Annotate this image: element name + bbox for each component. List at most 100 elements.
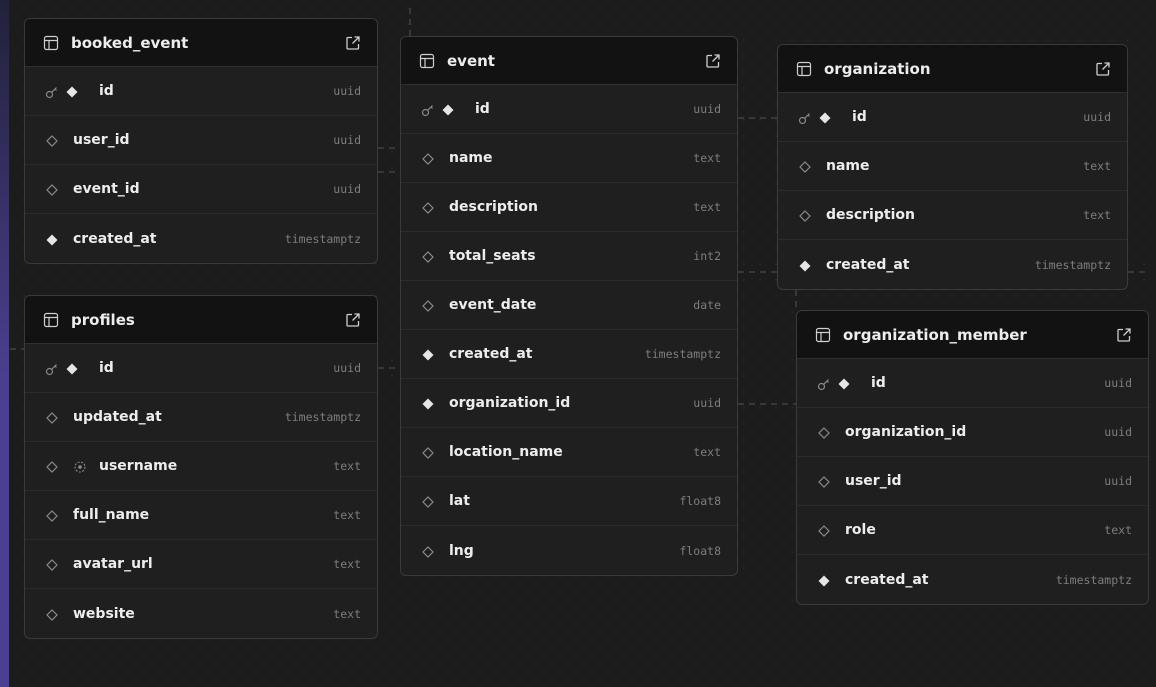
column-name: name xyxy=(449,150,493,166)
column-row[interactable]: location_name text xyxy=(401,428,737,477)
nullable-diamond-icon xyxy=(45,182,59,196)
table-icon xyxy=(419,53,435,69)
column-name: lat xyxy=(449,493,470,509)
nullable-diamond-icon xyxy=(421,200,435,214)
column-name: user_id xyxy=(845,473,902,489)
not-null-diamond-icon xyxy=(441,102,455,116)
column-row[interactable]: updated_at timestamptz xyxy=(25,393,377,442)
column-row[interactable]: description text xyxy=(401,183,737,232)
not-null-diamond-icon xyxy=(65,84,79,98)
column-name: description xyxy=(449,199,538,215)
column-name: organization_id xyxy=(449,395,571,411)
column-row[interactable]: id uuid xyxy=(25,67,377,116)
column-type: text xyxy=(693,151,721,165)
column-type: uuid xyxy=(1083,110,1111,124)
nullable-diamond-icon xyxy=(45,459,59,473)
column-row[interactable]: user_id uuid xyxy=(797,457,1148,506)
column-row[interactable]: created_at timestamptz xyxy=(25,214,377,263)
table-icon xyxy=(815,327,831,343)
table-booked-event[interactable]: booked_event id uuid user_id uuid event_id uui… xyxy=(24,18,378,264)
primary-key-icon xyxy=(798,110,812,125)
table-name: organization_member xyxy=(843,325,1027,344)
column-name: role xyxy=(845,522,876,538)
column-type: uuid xyxy=(333,361,361,375)
column-type: date xyxy=(693,298,721,312)
column-row[interactable]: id uuid xyxy=(797,359,1148,408)
column-row[interactable]: id uuid xyxy=(401,85,737,134)
column-row[interactable]: username text xyxy=(25,442,377,491)
column-type: timestamptz xyxy=(1034,257,1111,272)
column-name: id xyxy=(871,375,886,391)
table-event[interactable]: event id uuid name text description text total_… xyxy=(400,36,738,576)
column-name: avatar_url xyxy=(73,556,153,572)
column-type: uuid xyxy=(1104,376,1132,390)
column-row[interactable]: event_id uuid xyxy=(25,165,377,214)
column-row[interactable]: created_at timestamptz xyxy=(778,240,1127,289)
column-name: id xyxy=(99,360,114,376)
column-type: text xyxy=(1083,159,1111,173)
column-row[interactable]: name text xyxy=(778,142,1127,191)
column-row[interactable]: website text xyxy=(25,589,377,638)
column-name: updated_at xyxy=(73,409,162,425)
column-row[interactable]: created_at timestamptz xyxy=(401,330,737,379)
nullable-diamond-icon xyxy=(798,208,812,222)
column-type: text xyxy=(333,508,361,522)
column-name: name xyxy=(826,158,870,174)
column-row[interactable]: created_at timestamptz xyxy=(797,555,1148,604)
nullable-diamond-icon xyxy=(45,607,59,621)
not-null-diamond-icon xyxy=(818,110,832,124)
external-link-icon[interactable] xyxy=(1116,327,1132,343)
not-null-diamond-icon xyxy=(45,232,59,246)
not-null-diamond-icon xyxy=(817,573,831,587)
column-name: lng xyxy=(449,542,474,559)
column-row[interactable]: role text xyxy=(797,506,1148,555)
column-row[interactable]: name text xyxy=(401,134,737,183)
column-row[interactable]: organization_id uuid xyxy=(401,379,737,428)
column-type: uuid xyxy=(693,102,721,116)
table-icon xyxy=(796,61,812,77)
column-name: id xyxy=(852,109,867,125)
column-type: text xyxy=(333,606,361,621)
table-icon xyxy=(43,35,59,51)
primary-key-icon xyxy=(45,361,59,376)
column-row[interactable]: avatar_url text xyxy=(25,540,377,589)
primary-key-icon xyxy=(421,102,435,117)
column-name: user_id xyxy=(73,132,130,148)
column-row[interactable]: description text xyxy=(778,191,1127,240)
column-row[interactable]: lat float8 xyxy=(401,477,737,526)
column-name: id xyxy=(99,83,114,99)
column-row[interactable]: event_date date xyxy=(401,281,737,330)
column-row[interactable]: organization_id uuid xyxy=(797,408,1148,457)
primary-key-icon xyxy=(817,376,831,391)
column-name: created_at xyxy=(449,346,533,362)
column-name: id xyxy=(475,101,490,117)
nullable-diamond-icon xyxy=(45,557,59,571)
nullable-diamond-icon xyxy=(798,159,812,173)
column-row[interactable]: id uuid xyxy=(778,93,1127,142)
column-row[interactable]: full_name text xyxy=(25,491,377,540)
nullable-diamond-icon xyxy=(421,298,435,312)
column-type: float8 xyxy=(679,543,721,558)
external-link-icon[interactable] xyxy=(345,312,361,328)
column-type: text xyxy=(693,200,721,214)
external-link-icon[interactable] xyxy=(1095,61,1111,77)
column-type: uuid xyxy=(1104,474,1132,488)
column-name: organization_id xyxy=(845,424,967,440)
column-row[interactable]: user_id uuid xyxy=(25,116,377,165)
external-link-icon[interactable] xyxy=(345,35,361,51)
table-organization[interactable]: organization id uuid name text description tex… xyxy=(777,44,1128,290)
column-type: text xyxy=(333,557,361,571)
column-type: timestamptz xyxy=(1055,572,1132,587)
external-link-icon[interactable] xyxy=(705,53,721,69)
table-header: profiles xyxy=(25,296,377,344)
not-null-diamond-icon xyxy=(421,347,435,361)
column-row[interactable]: total_seats int2 xyxy=(401,232,737,281)
table-organization-member[interactable]: organization_memberid uuid organization_id… xyxy=(796,310,1149,605)
column-row[interactable]: id uuid xyxy=(25,344,377,393)
table-header: organization_member xyxy=(797,311,1148,359)
not-null-diamond-icon xyxy=(65,361,79,375)
column-name: website xyxy=(73,605,135,622)
table-name: profiles xyxy=(71,310,135,329)
column-row[interactable]: lng float8 xyxy=(401,526,737,575)
table-profiles[interactable]: profiles id uuid updated_at timestamptz usern… xyxy=(24,295,378,639)
